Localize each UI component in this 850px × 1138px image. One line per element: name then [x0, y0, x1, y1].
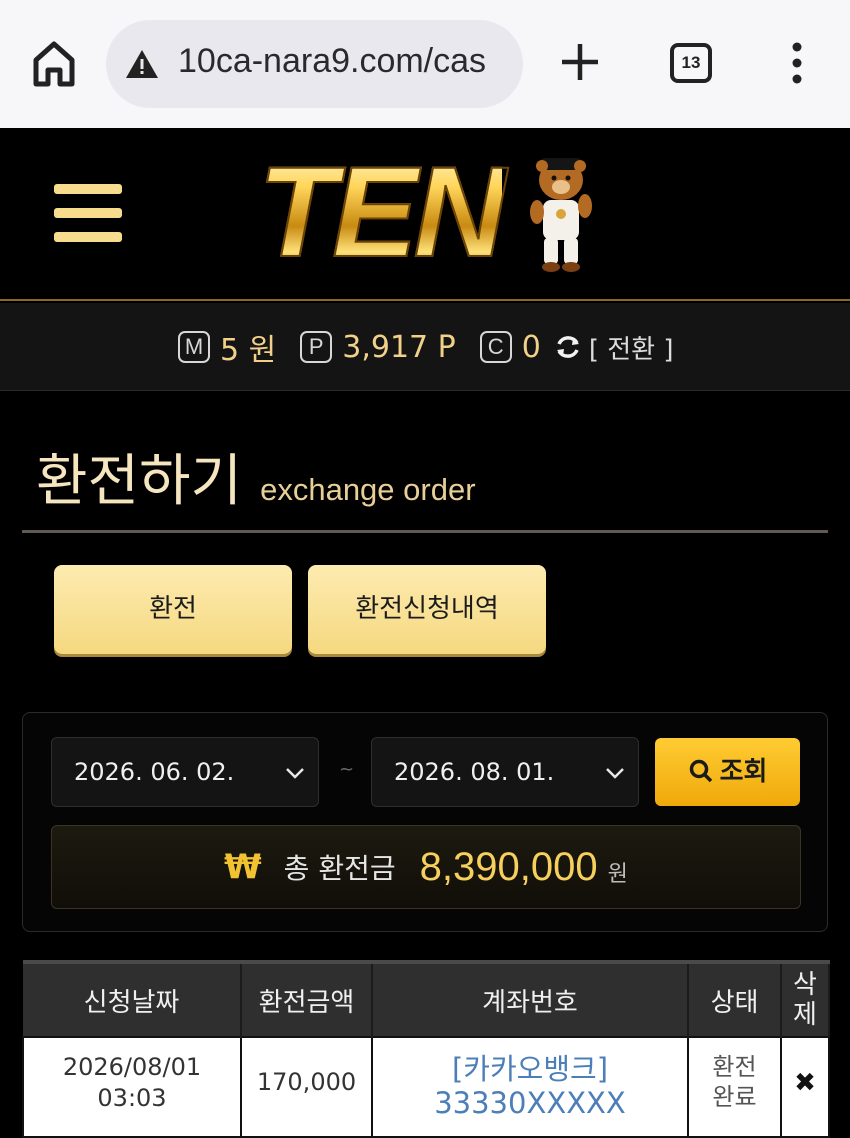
header-delete: 삭 제: [781, 960, 830, 1037]
tabs-icon[interactable]: 13: [670, 43, 712, 83]
table-header-row: 신청날짜 환전금액 계좌번호 상태 삭 제: [23, 960, 830, 1037]
total-exchange-summary: ₩ 총 환전금 8,390,000 원: [51, 825, 801, 909]
money-icon: M: [178, 331, 210, 363]
home-icon[interactable]: [30, 38, 78, 88]
chevron-down-icon: [286, 768, 304, 779]
search-button[interactable]: 조회: [655, 738, 800, 806]
page-title: 환전하기 exchange order: [36, 436, 476, 514]
hamburger-icon[interactable]: [54, 184, 122, 242]
exchange-history-table: 신청날짜 환전금액 계좌번호 상태 삭 제 2026/08/01 03:03 1…: [22, 960, 830, 1138]
warning-icon[interactable]: [124, 48, 160, 80]
to-date-select[interactable]: 2026. 08. 01.: [371, 737, 639, 807]
address-bar[interactable]: 10ca-nara9.com/cas: [106, 20, 523, 108]
logo-text: TEN: [257, 141, 507, 284]
row-status: 환전 완료: [687, 1036, 782, 1138]
refresh-icon[interactable]: [553, 332, 583, 362]
title-divider: [22, 530, 828, 533]
money-balance: 5 원: [220, 333, 277, 368]
header-delete-line1: 삭: [793, 970, 817, 1000]
search-button-label: 조회: [719, 757, 768, 787]
coin-icon: C: [479, 331, 512, 363]
balance-bar: M 5 원 P 3,917 P C 0 [ 전환 ]: [0, 303, 850, 391]
delete-icon[interactable]: ✖: [780, 1036, 830, 1138]
chevron-down-icon: [606, 768, 624, 779]
header-delete-line2: 제: [793, 1000, 817, 1030]
from-date-value: 2026. 06. 02.: [74, 758, 235, 786]
more-vert-icon[interactable]: [784, 42, 810, 84]
tab-exchange-history[interactable]: 환전신청내역: [308, 565, 546, 654]
row-account-bank: [카카오뱅크]: [451, 1052, 609, 1086]
header-amount: 환전금액: [241, 960, 373, 1037]
row-date-time: 03:03: [97, 1084, 167, 1112]
row-date: 2026/08/01 03:03: [22, 1036, 242, 1138]
browser-toolbar: 10ca-nara9.com/cas 13: [0, 0, 850, 128]
row-account: [카카오뱅크] 33330XXXXX: [371, 1036, 689, 1138]
point-icon: P: [300, 331, 333, 363]
table-row: 2026/08/01 03:03 170,000 [카카오뱅크] 33330XX…: [22, 1036, 830, 1138]
to-date-value: 2026. 08. 01.: [394, 758, 555, 786]
total-unit: 원: [607, 862, 628, 887]
won-icon: ₩: [224, 847, 262, 887]
from-date-select[interactable]: 2026. 06. 02.: [51, 737, 319, 807]
bear-mascot-icon: [530, 158, 592, 272]
total-label: 총 환전금: [283, 852, 396, 885]
url-text: 10ca-nara9.com/cas: [178, 42, 487, 80]
site-logo[interactable]: TEN: [257, 141, 598, 284]
header-account: 계좌번호: [372, 960, 689, 1037]
row-date-day: 2026/08/01: [62, 1053, 202, 1081]
header-date: 신청날짜: [23, 960, 242, 1037]
coin-balance: 0: [521, 329, 541, 365]
total-amount: 8,390,000: [419, 844, 598, 889]
row-status-line1: 환전: [712, 1053, 757, 1081]
search-panel: 2026. 06. 02. ~ 2026. 08. 01. 조회 ₩ 총 환전금…: [22, 712, 828, 932]
tab-exchange[interactable]: 환전: [54, 565, 292, 654]
row-status-line2: 완료: [712, 1083, 757, 1111]
plus-icon[interactable]: [560, 42, 600, 82]
page-title-korean: 환전하기: [36, 449, 243, 514]
page-title-english: exchange order: [260, 472, 476, 507]
point-balance: 3,917 P: [342, 329, 456, 365]
row-amount: 170,000: [240, 1036, 373, 1138]
site-header: TEN: [0, 128, 850, 301]
search-icon: [689, 759, 712, 783]
row-account-number: 33330XXXXX: [434, 1086, 626, 1120]
header-status: 상태: [688, 960, 782, 1037]
convert-points-link[interactable]: [ 전환 ]: [589, 329, 674, 366]
date-range-separator: ~: [339, 759, 355, 780]
